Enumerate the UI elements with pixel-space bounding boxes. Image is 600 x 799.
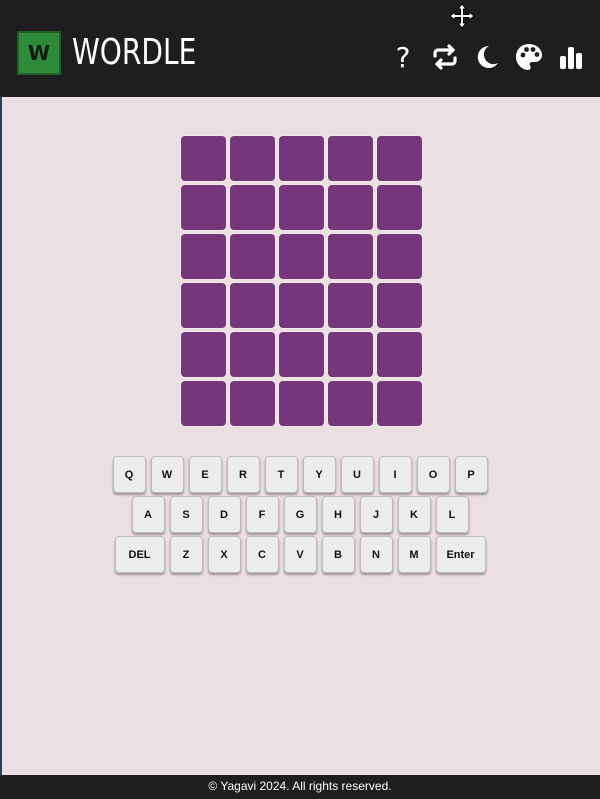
key-n[interactable]: N xyxy=(359,536,393,573)
board-tile xyxy=(181,234,226,279)
keyboard: Q W E R T Y U I O P A S D F G H J K L DEL Z X C V B N M Enter xyxy=(0,456,600,576)
key-v[interactable]: V xyxy=(283,536,317,573)
board-tile xyxy=(377,136,422,181)
key-b[interactable]: B xyxy=(321,536,355,573)
app-title: WORDLE xyxy=(72,32,197,73)
key-enter[interactable]: Enter xyxy=(435,536,486,573)
key-k[interactable]: K xyxy=(397,496,431,533)
board-tile xyxy=(377,234,422,279)
new-game-button[interactable] xyxy=(430,40,460,74)
board-tile xyxy=(230,234,275,279)
keyboard-row: ASDFGHJKL xyxy=(0,496,600,533)
board-tile xyxy=(230,185,275,230)
keyboard-row: DEL Z X C V B N M Enter xyxy=(0,536,600,573)
key-y[interactable]: Y xyxy=(302,456,336,493)
key-q[interactable]: Q xyxy=(112,456,146,493)
key-d[interactable]: D xyxy=(207,496,241,533)
board-tile xyxy=(328,136,373,181)
board-tile xyxy=(328,381,373,426)
board-tile xyxy=(230,136,275,181)
key-i[interactable]: I xyxy=(378,456,412,493)
board-tile xyxy=(279,332,324,377)
board-tile xyxy=(279,185,324,230)
board-tile xyxy=(279,283,324,328)
key-h[interactable]: H xyxy=(321,496,355,533)
board-tile xyxy=(279,234,324,279)
game-board xyxy=(181,136,422,426)
theme-button[interactable] xyxy=(514,40,544,74)
board-tile xyxy=(328,283,373,328)
board-tile xyxy=(328,234,373,279)
key-w[interactable]: W xyxy=(150,456,184,493)
board-tile xyxy=(181,332,226,377)
board-tile xyxy=(181,136,226,181)
help-button[interactable]: ? xyxy=(388,40,418,74)
moon-icon xyxy=(477,45,498,68)
board-tile xyxy=(377,185,422,230)
key-del[interactable]: DEL xyxy=(114,536,165,573)
key-r[interactable]: R xyxy=(226,456,260,493)
key-u[interactable]: U xyxy=(340,456,374,493)
key-t[interactable]: T xyxy=(264,456,298,493)
stats-button[interactable] xyxy=(556,40,586,74)
logo-icon: W xyxy=(17,31,61,75)
board-tile xyxy=(328,185,373,230)
footer: © Yagavi 2024. All rights reserved. xyxy=(0,775,600,799)
board-tile xyxy=(181,381,226,426)
repeat-icon xyxy=(433,44,457,70)
dark-mode-button[interactable] xyxy=(472,40,502,74)
board-tile xyxy=(377,283,422,328)
board-tile xyxy=(230,332,275,377)
key-m[interactable]: M xyxy=(397,536,431,573)
key-o[interactable]: O xyxy=(416,456,450,493)
key-f[interactable]: F xyxy=(245,496,279,533)
board-tile xyxy=(279,381,324,426)
header-icons: ? xyxy=(388,40,586,74)
key-a[interactable]: A xyxy=(131,496,165,533)
key-s[interactable]: S xyxy=(169,496,203,533)
key-g[interactable]: G xyxy=(283,496,317,533)
key-j[interactable]: J xyxy=(359,496,393,533)
board-tile xyxy=(377,381,422,426)
window-edge xyxy=(0,0,2,799)
question-icon: ? xyxy=(395,40,411,74)
key-z[interactable]: Z xyxy=(169,536,203,573)
key-x[interactable]: X xyxy=(207,536,241,573)
bar-chart-icon xyxy=(560,47,582,69)
board-tile xyxy=(279,136,324,181)
board-tile xyxy=(230,283,275,328)
key-e[interactable]: E xyxy=(188,456,222,493)
board-tile xyxy=(230,381,275,426)
palette-icon xyxy=(516,44,542,70)
copyright-text: © Yagavi 2024. All rights reserved. xyxy=(208,779,392,793)
key-c[interactable]: C xyxy=(245,536,279,573)
board-tile xyxy=(377,332,422,377)
logo-letter: W xyxy=(27,41,51,65)
header: W WORDLE ? xyxy=(0,0,600,97)
board-tile xyxy=(181,185,226,230)
move-cursor-icon xyxy=(449,3,475,29)
board-tile xyxy=(181,283,226,328)
board-tile xyxy=(328,332,373,377)
key-p[interactable]: P xyxy=(454,456,488,493)
keyboard-row: QWERTYUIOP xyxy=(0,456,600,493)
key-l[interactable]: L xyxy=(435,496,469,533)
